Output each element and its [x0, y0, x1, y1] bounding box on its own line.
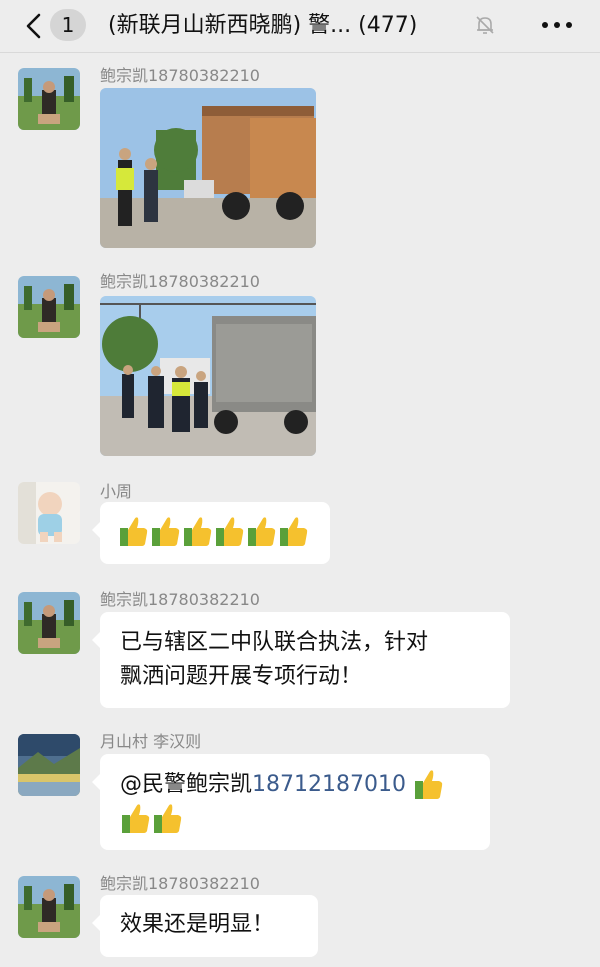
thumbs-up-icon: [120, 517, 308, 546]
sender-avatar[interactable]: [18, 734, 80, 796]
sender-name: 鲍宗凯18780382210: [100, 272, 260, 291]
image-message[interactable]: [100, 296, 316, 456]
text-message-bubble[interactable]: 已与辖区二中队联合执法，针对 飘洒问题开展专项行动！: [92, 612, 510, 708]
sender-avatar[interactable]: [18, 68, 80, 130]
message-text-line: 已与辖区二中队联合执法，针对: [120, 630, 429, 655]
sender-name: 月山村 李汉则: [100, 732, 202, 751]
mention-text[interactable]: @民警鲍宗凯: [120, 772, 252, 797]
phone-link[interactable]: 18712187010: [252, 772, 406, 797]
sender-name: 鲍宗凯18780382210: [100, 66, 260, 85]
sender-name: 鲍宗凯18780382210: [100, 874, 260, 893]
chat-title: (新联月山新西晓鹏) 警... (477): [108, 13, 418, 38]
sender-name: 鲍宗凯18780382210: [100, 590, 260, 609]
back-chevron-icon[interactable]: [22, 12, 46, 40]
sender-avatar[interactable]: [18, 876, 80, 938]
chat-header: 1 (新联月山新西晓鹏) 警... (477): [0, 0, 600, 53]
image-message[interactable]: [100, 88, 316, 248]
sender-avatar[interactable]: [18, 276, 80, 338]
mute-bell-icon: [476, 16, 494, 34]
more-dots-icon[interactable]: [540, 14, 574, 36]
thumbs-up-icon: [414, 770, 443, 799]
thumbs-up-icon: [122, 804, 182, 833]
emoji-message-bubble[interactable]: [92, 502, 330, 564]
message-text-line: 飘洒问题开展专项行动！: [120, 664, 363, 689]
unread-count-badge[interactable]: 1: [50, 9, 86, 41]
sender-avatar[interactable]: [18, 482, 80, 544]
mention-message-bubble[interactable]: @民警鲍宗凯18712187010: [92, 754, 490, 850]
text-message-bubble[interactable]: 效果还是明显！: [92, 895, 318, 957]
sender-avatar[interactable]: [18, 592, 80, 654]
sender-name: 小周: [100, 482, 133, 501]
message-text-line: 效果还是明显！: [120, 912, 275, 937]
